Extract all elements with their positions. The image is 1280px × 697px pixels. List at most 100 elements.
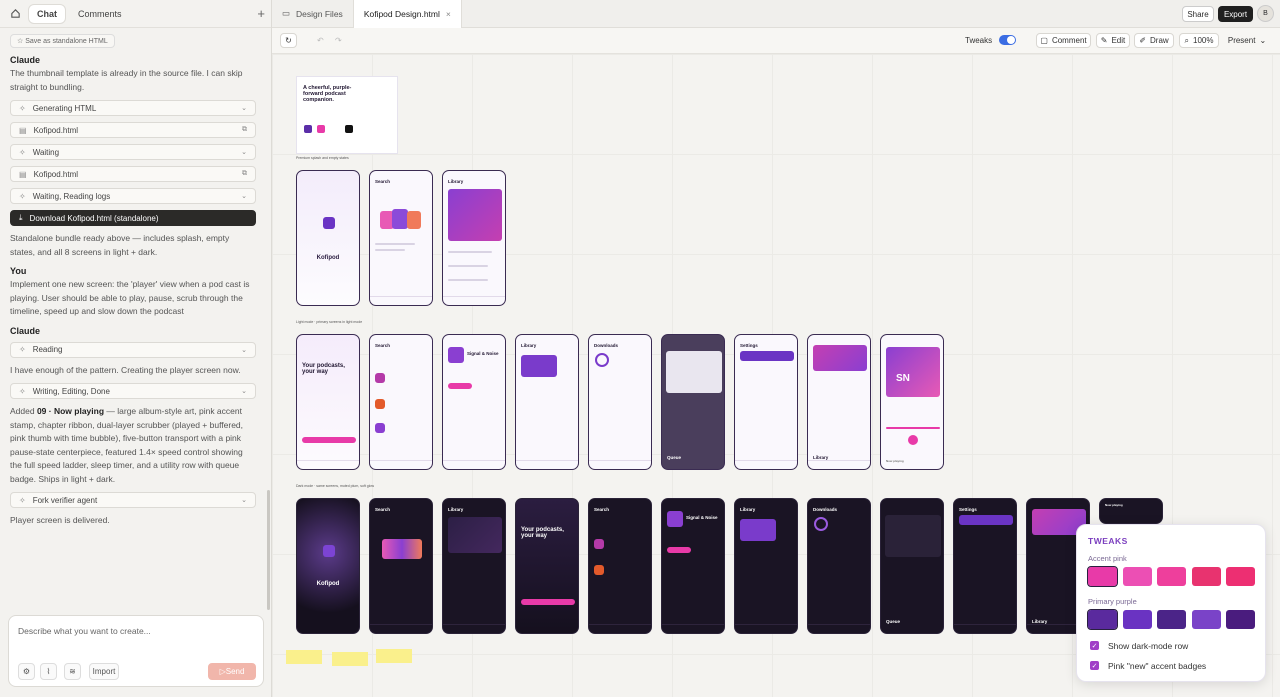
refresh-icon[interactable]: ↻ (280, 33, 297, 48)
promo-card (448, 189, 502, 241)
tab-chat[interactable]: Chat (28, 3, 66, 24)
queue-sheet-screen[interactable]: Queue (661, 334, 725, 470)
primary-swatch[interactable] (1191, 610, 1221, 629)
file-kofipod[interactable]: ▤ Kofipod.html ⧉ (10, 166, 256, 182)
splash-screen-dark[interactable]: Kofipod (296, 498, 360, 634)
share-button[interactable]: Share (1182, 6, 1214, 22)
accent-swatch[interactable] (1157, 567, 1186, 586)
close-icon[interactable]: × (446, 9, 451, 19)
album-initials: SN (896, 373, 910, 384)
accent-swatch[interactable] (1191, 567, 1221, 586)
sticky-note[interactable] (376, 649, 412, 663)
edit-icon: ✎ (1100, 36, 1108, 45)
library-screen[interactable]: Library (515, 334, 579, 470)
step-reading[interactable]: ✧ Reading ⌄ (10, 341, 256, 358)
bottom-nav (954, 624, 1016, 633)
now-playing-screen[interactable]: SN Now playing (880, 334, 944, 470)
row-label: Premium splash and empty states (296, 156, 349, 160)
step-fork-verifier[interactable]: ✧ Fork verifier agent ⌄ (10, 492, 256, 508)
home-icon[interactable] (6, 5, 24, 23)
library-dark[interactable]: Library (442, 498, 506, 634)
avatar[interactable]: B (1257, 5, 1274, 22)
search-results-dark[interactable]: Search (588, 498, 652, 634)
dark-mode-checkbox[interactable]: ✓ (1090, 641, 1099, 650)
screen-title: Your podcasts, your way (302, 363, 345, 375)
sticky-note[interactable] (332, 652, 368, 666)
library-empty-screen[interactable]: Library (442, 170, 506, 306)
stats-screen[interactable]: Library (807, 334, 871, 470)
settings-icon[interactable]: ⚙ (18, 663, 35, 680)
hero-card[interactable]: A cheerful, purple-forward podcast compa… (296, 76, 398, 154)
file-icon: ▤ (19, 125, 27, 135)
chat-scrollbar[interactable] (267, 490, 270, 610)
app-logo (323, 545, 335, 557)
downloads-dark[interactable]: Downloads (807, 498, 871, 634)
tab-design-files[interactable]: ▭ Design Files (272, 0, 353, 28)
accent-swatch[interactable] (1087, 566, 1118, 587)
now-playing-dark[interactable]: Now playing (1099, 498, 1163, 524)
search-dark[interactable]: Search (369, 498, 433, 634)
library-full-dark[interactable]: Library (734, 498, 798, 634)
text-line (448, 265, 488, 267)
onboarding-screen[interactable]: Your podcasts, your way (296, 334, 360, 470)
msg-bold: 09 · Now playing (36, 406, 105, 416)
bottom-nav (735, 460, 797, 469)
accent-label: Accent pink (1088, 554, 1127, 563)
sheet (666, 351, 722, 393)
export-button[interactable]: Export (1218, 6, 1253, 22)
episode-dark[interactable]: Signal & Noise (661, 498, 725, 634)
import-button[interactable]: Import (89, 663, 119, 680)
sticky-note[interactable] (286, 650, 322, 664)
undo-icon[interactable]: ↶ (312, 33, 329, 48)
file-kofipod[interactable]: ▤ Kofipod.html ⧉ (10, 122, 256, 138)
audio-icon[interactable]: ≋ (64, 663, 81, 680)
art-card (392, 209, 408, 229)
save-standalone-pill[interactable]: ☆ Save as standalone HTML (10, 34, 115, 48)
primary-swatch[interactable] (1087, 609, 1118, 630)
dark-mode-label: Show dark-mode row (1108, 641, 1189, 651)
settings-dark[interactable]: Settings (953, 498, 1017, 634)
episode-screen[interactable]: Signal & Noise (442, 334, 506, 470)
primary-swatch[interactable] (1122, 610, 1152, 629)
step-waiting[interactable]: ✧ Waiting ⌄ (10, 144, 256, 160)
search-empty-screen[interactable]: Search (369, 170, 433, 306)
send-label: Send (225, 667, 245, 676)
zoom-control[interactable]: ⌕ 100% (1179, 33, 1219, 48)
draw-button[interactable]: ✐ Draw (1134, 33, 1174, 48)
bottom-nav (370, 624, 432, 633)
onboarding-dark[interactable]: Your podcasts, your way (515, 498, 579, 634)
speaker-label: You (10, 266, 27, 276)
queue-dark[interactable]: Queue (880, 498, 944, 634)
app-logo (323, 217, 335, 229)
folder-icon: ▭ (282, 8, 291, 18)
tab-label: Design Files (296, 8, 343, 19)
search-screen[interactable]: Search (369, 334, 433, 470)
comment-button[interactable]: ▢ Comment (1036, 33, 1091, 48)
present-button[interactable]: Present ⌄ (1223, 33, 1271, 48)
step-writing[interactable]: ✧ Writing, Editing, Done ⌄ (10, 383, 256, 399)
tab-comments[interactable]: Comments (70, 5, 130, 23)
tab-kofipod-design[interactable]: Kofipod Design.html × (352, 0, 462, 28)
accent-badges-checkbox[interactable]: ✓ (1090, 661, 1099, 670)
accent-swatch[interactable] (1226, 567, 1255, 586)
primary-swatch[interactable] (1157, 610, 1186, 629)
settings-screen[interactable]: Settings (734, 334, 798, 470)
attach-icon[interactable]: ⌇ (40, 663, 57, 680)
step-label: Kofipod.html (33, 169, 79, 179)
assistant-message: I have enough of the pattern. Creating t… (10, 364, 241, 375)
edit-button[interactable]: ✎ Edit (1096, 33, 1130, 48)
redo-icon[interactable]: ↷ (330, 33, 347, 48)
splash-screen[interactable]: Kofipod (296, 170, 360, 306)
prompt-input[interactable]: Describe what you want to create... (18, 626, 151, 636)
new-chat-icon[interactable]: + (257, 6, 265, 21)
accent-swatch[interactable] (1122, 567, 1152, 586)
primary-swatch[interactable] (1226, 610, 1255, 629)
send-button[interactable]: ▷ Send (208, 663, 256, 680)
step-generating[interactable]: ✧ Generating HTML ⌄ (10, 100, 256, 116)
msg-prefix: Added (10, 406, 37, 416)
downloads-screen[interactable]: Downloads (588, 334, 652, 470)
step-reading-logs[interactable]: ✧ Waiting, Reading logs ⌄ (10, 188, 256, 204)
tweaks-toggle[interactable] (999, 35, 1016, 45)
screen-title: Library (521, 343, 537, 348)
download-button[interactable]: ⤓ Download Kofipod.html (standalone) (10, 210, 256, 226)
